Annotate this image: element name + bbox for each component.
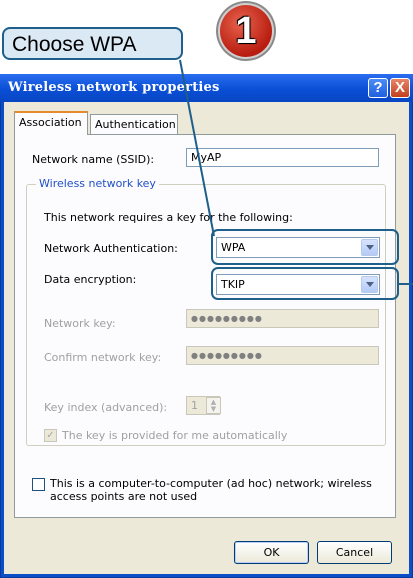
tab-association[interactable]: Association: [14, 111, 88, 135]
callout-pointer-lines: [179, 59, 413, 285]
